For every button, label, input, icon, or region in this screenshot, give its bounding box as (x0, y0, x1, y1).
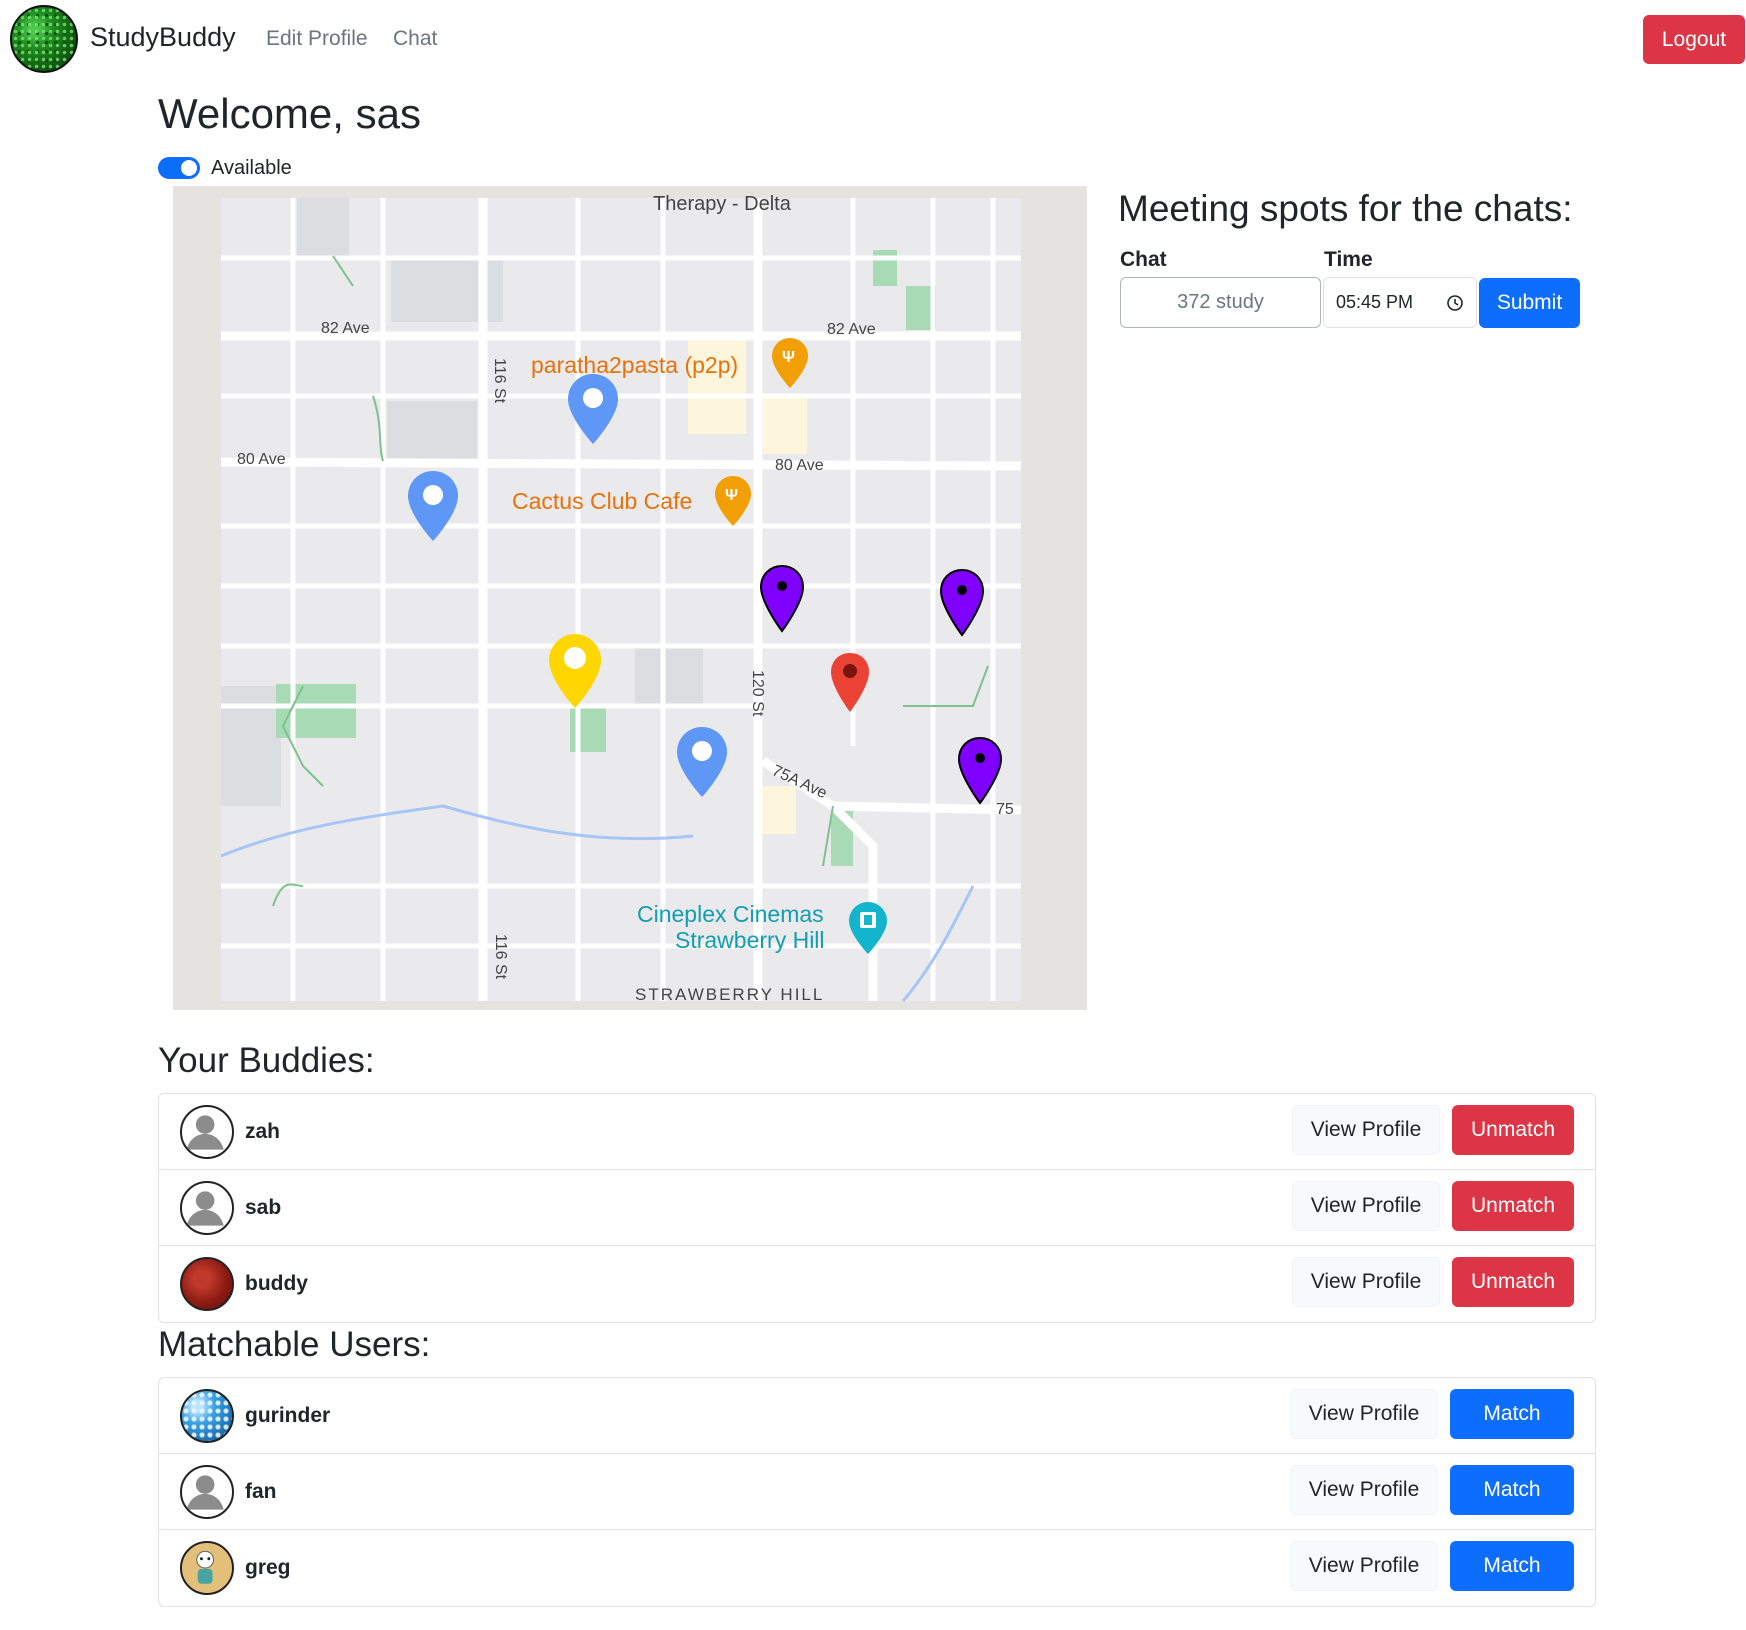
map[interactable]: 82 Ave 82 Ave 80 Ave 80 Ave 116 St 116 S… (173, 186, 1087, 1010)
user-name: greg (245, 1556, 291, 1579)
view-profile-button[interactable]: View Profile (1290, 1465, 1438, 1515)
chat-select[interactable]: 372 study (1120, 277, 1321, 328)
match-button[interactable]: Match (1450, 1465, 1574, 1515)
navbar: StudyBuddy Edit Profile Chat Logout (0, 0, 1746, 78)
place-label-paratha[interactable]: paratha2pasta (p2p) (531, 352, 738, 378)
place-label-cineplex[interactable]: Cineplex Cinemas (637, 901, 824, 927)
availability-label: Available (211, 157, 292, 179)
logout-button[interactable]: Logout (1643, 15, 1745, 64)
place-label-cactus[interactable]: Cactus Club Cafe (512, 488, 692, 514)
map-label-strawberry-hill: STRAWBERRY HILL (635, 985, 824, 1004)
place-label-strawberry-hill[interactable]: Strawberry Hill (675, 927, 825, 953)
avatar (180, 1465, 234, 1519)
time-input[interactable]: 05:45 PM (1323, 277, 1477, 328)
map-label-116-st-bottom: 116 St (492, 934, 509, 980)
map-label-82-ave-left: 82 Ave (321, 320, 370, 337)
svg-text:Ψ: Ψ (782, 349, 795, 366)
avatar (180, 1389, 234, 1443)
buddies-list: zah View Profile Unmatch sab View Profil… (158, 1093, 1596, 1323)
list-item: zah View Profile Unmatch (159, 1094, 1595, 1170)
avatar (180, 1181, 234, 1235)
view-profile-button[interactable]: View Profile (1292, 1105, 1440, 1155)
avatar (180, 1105, 234, 1159)
svg-text:Ψ: Ψ (725, 487, 738, 504)
matchable-list: gurinder View Profile Match fan View Pro… (158, 1377, 1596, 1607)
list-item: gurinder View Profile Match (159, 1378, 1595, 1454)
nav-link-edit-profile[interactable]: Edit Profile (266, 27, 368, 51)
user-name: sab (245, 1196, 282, 1219)
view-profile-button[interactable]: View Profile (1290, 1541, 1438, 1591)
list-item: buddy View Profile Unmatch (159, 1246, 1595, 1322)
match-button[interactable]: Match (1450, 1389, 1574, 1439)
user-name: buddy (245, 1272, 308, 1295)
list-item: greg View Profile Match (159, 1530, 1595, 1606)
view-profile-button[interactable]: View Profile (1290, 1389, 1438, 1439)
map-label-75: 75 (996, 801, 1014, 818)
map-label-80-ave-left: 80 Ave (237, 451, 286, 468)
map-label-120-st: 120 St (749, 670, 766, 717)
view-profile-button[interactable]: View Profile (1292, 1181, 1440, 1231)
page-title: Welcome, sas (158, 90, 421, 137)
user-name: gurinder (245, 1404, 331, 1427)
nav-link-chat[interactable]: Chat (393, 27, 437, 51)
availability-toggle[interactable] (158, 157, 200, 179)
user-name: zah (245, 1120, 281, 1143)
match-button[interactable]: Match (1450, 1541, 1574, 1591)
matchable-title: Matchable Users: (158, 1325, 431, 1364)
chat-field-label: Chat (1120, 248, 1167, 271)
map-label-top: Therapy - Delta (653, 193, 792, 215)
avatar (180, 1541, 234, 1595)
list-item: sab View Profile Unmatch (159, 1170, 1595, 1246)
time-value: 05:45 PM (1336, 292, 1414, 312)
map-label-80-ave-right: 80 Ave (775, 457, 824, 474)
unmatch-button[interactable]: Unmatch (1452, 1181, 1574, 1231)
view-profile-button[interactable]: View Profile (1292, 1257, 1440, 1307)
avatar (180, 1257, 234, 1311)
brand-logo[interactable] (10, 5, 78, 73)
unmatch-button[interactable]: Unmatch (1452, 1105, 1574, 1155)
unmatch-button[interactable]: Unmatch (1452, 1257, 1574, 1307)
clock-icon[interactable] (1446, 294, 1464, 312)
submit-button[interactable]: Submit (1479, 278, 1580, 328)
map-label-82-ave-right: 82 Ave (827, 321, 876, 338)
toggle-knob (181, 160, 197, 176)
list-item: fan View Profile Match (159, 1454, 1595, 1530)
map-label-116-st-top: 116 St (491, 358, 508, 404)
user-name: fan (245, 1480, 277, 1503)
time-field-label: Time (1324, 248, 1373, 271)
brand-name[interactable]: StudyBuddy (90, 22, 236, 53)
buddies-title: Your Buddies: (158, 1041, 375, 1080)
meeting-spots-title: Meeting spots for the chats: (1118, 188, 1573, 229)
